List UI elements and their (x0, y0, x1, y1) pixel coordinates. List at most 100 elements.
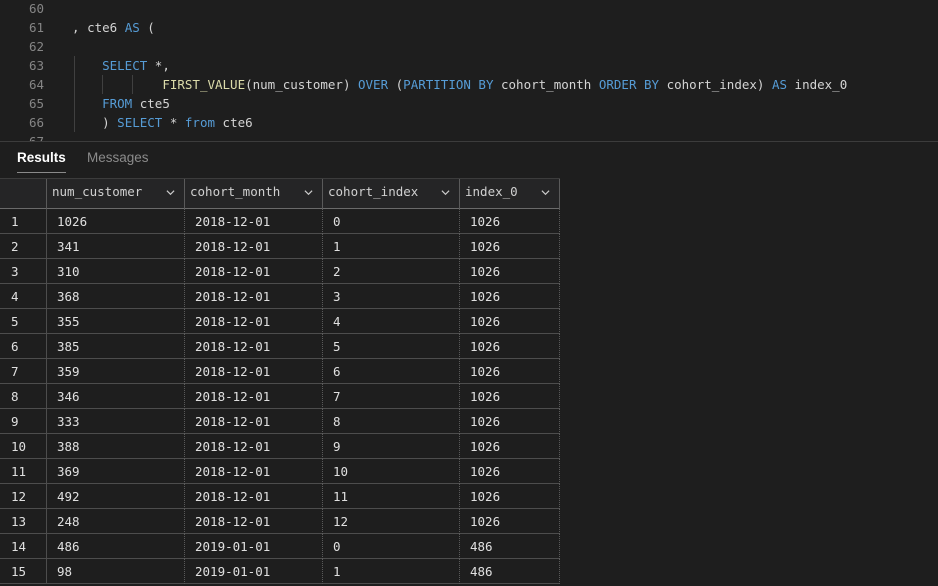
cell-cohort-index[interactable]: 9 (323, 434, 460, 459)
cell-cohort-index[interactable]: 5 (323, 334, 460, 359)
cell-cohort-index[interactable]: 1 (323, 559, 460, 584)
cell-num-customer[interactable]: 369 (47, 459, 185, 484)
column-header-cohort-index[interactable]: cohort_index (323, 179, 460, 209)
cell-cohort-month[interactable]: 2018-12-01 (185, 434, 323, 459)
cell-num-customer[interactable]: 355 (47, 309, 185, 334)
cell-cohort-index[interactable]: 1 (323, 234, 460, 259)
row-number[interactable]: 10 (0, 434, 47, 459)
row-number[interactable]: 3 (0, 259, 47, 284)
table-row[interactable]: 14 486 2019-01-01 0 486 (0, 534, 560, 559)
table-row[interactable]: 8 346 2018-12-01 7 1026 (0, 384, 560, 409)
table-row[interactable]: 1 1026 2018-12-01 0 1026 (0, 209, 560, 234)
code-line[interactable]: 63 SELECT *, (0, 56, 938, 75)
cell-index-0[interactable]: 1026 (460, 284, 560, 309)
cell-index-0[interactable]: 1026 (460, 359, 560, 384)
table-row[interactable]: 7 359 2018-12-01 6 1026 (0, 359, 560, 384)
row-number[interactable]: 15 (0, 559, 47, 584)
cell-num-customer[interactable]: 388 (47, 434, 185, 459)
cell-cohort-month[interactable]: 2018-12-01 (185, 384, 323, 409)
cell-num-customer[interactable]: 341 (47, 234, 185, 259)
table-row[interactable]: 13 248 2018-12-01 12 1026 (0, 509, 560, 534)
row-number[interactable]: 4 (0, 284, 47, 309)
cell-index-0[interactable]: 1026 (460, 509, 560, 534)
cell-cohort-index[interactable]: 8 (323, 409, 460, 434)
cell-num-customer[interactable]: 385 (47, 334, 185, 359)
cell-cohort-index[interactable]: 10 (323, 459, 460, 484)
chevron-down-icon[interactable] (304, 188, 313, 197)
tab-results[interactable]: Results (17, 149, 66, 173)
row-number[interactable]: 9 (0, 409, 47, 434)
row-number[interactable]: 13 (0, 509, 47, 534)
code-line[interactable]: 66 ) SELECT * from cte6 (0, 113, 938, 132)
cell-num-customer[interactable]: 98 (47, 559, 185, 584)
column-header-index-0[interactable]: index_0 (460, 179, 560, 209)
table-row[interactable]: 9 333 2018-12-01 8 1026 (0, 409, 560, 434)
cell-cohort-index[interactable]: 0 (323, 209, 460, 234)
code-line[interactable]: 65 FROM cte5 (0, 94, 938, 113)
cell-num-customer[interactable]: 486 (47, 534, 185, 559)
cell-index-0[interactable]: 486 (460, 559, 560, 584)
cell-cohort-index[interactable]: 2 (323, 259, 460, 284)
cell-num-customer[interactable]: 492 (47, 484, 185, 509)
table-row[interactable]: 10 388 2018-12-01 9 1026 (0, 434, 560, 459)
table-row[interactable]: 5 355 2018-12-01 4 1026 (0, 309, 560, 334)
table-row[interactable]: 2 341 2018-12-01 1 1026 (0, 234, 560, 259)
cell-cohort-month[interactable]: 2018-12-01 (185, 234, 323, 259)
cell-cohort-month[interactable]: 2019-01-01 (185, 534, 323, 559)
cell-cohort-month[interactable]: 2018-12-01 (185, 209, 323, 234)
row-number[interactable]: 1 (0, 209, 47, 234)
chevron-down-icon[interactable] (541, 188, 550, 197)
cell-cohort-month[interactable]: 2018-12-01 (185, 334, 323, 359)
row-number[interactable]: 14 (0, 534, 47, 559)
row-number[interactable]: 7 (0, 359, 47, 384)
cell-index-0[interactable]: 1026 (460, 209, 560, 234)
chevron-down-icon[interactable] (166, 188, 175, 197)
cell-cohort-index[interactable]: 12 (323, 509, 460, 534)
cell-index-0[interactable]: 1026 (460, 309, 560, 334)
cell-cohort-index[interactable]: 0 (323, 534, 460, 559)
cell-cohort-month[interactable]: 2019-01-01 (185, 559, 323, 584)
cell-cohort-month[interactable]: 2018-12-01 (185, 484, 323, 509)
table-row[interactable]: 11 369 2018-12-01 10 1026 (0, 459, 560, 484)
cell-index-0[interactable]: 1026 (460, 459, 560, 484)
column-header-num-customer[interactable]: num_customer (47, 179, 185, 209)
cell-cohort-month[interactable]: 2018-12-01 (185, 284, 323, 309)
cell-num-customer[interactable]: 333 (47, 409, 185, 434)
table-row[interactable]: 12 492 2018-12-01 11 1026 (0, 484, 560, 509)
table-row[interactable]: 6 385 2018-12-01 5 1026 (0, 334, 560, 359)
code-line[interactable]: 64 FIRST_VALUE(num_customer) OVER (PARTI… (0, 75, 938, 94)
code-line[interactable]: 62 (0, 37, 938, 56)
cell-cohort-month[interactable]: 2018-12-01 (185, 309, 323, 334)
row-number[interactable]: 5 (0, 309, 47, 334)
cell-num-customer[interactable]: 310 (47, 259, 185, 284)
cell-cohort-month[interactable]: 2018-12-01 (185, 259, 323, 284)
cell-cohort-month[interactable]: 2018-12-01 (185, 459, 323, 484)
tab-messages[interactable]: Messages (87, 149, 149, 173)
table-row[interactable]: 3 310 2018-12-01 2 1026 (0, 259, 560, 284)
code-editor[interactable]: 60 61, cte6 AS (62 63 SELECT *, 64 FIRST_VA… (0, 0, 938, 142)
cell-index-0[interactable]: 1026 (460, 259, 560, 284)
table-row[interactable]: 4 368 2018-12-01 3 1026 (0, 284, 560, 309)
cell-cohort-index[interactable]: 4 (323, 309, 460, 334)
cell-index-0[interactable]: 1026 (460, 484, 560, 509)
row-number-header[interactable] (0, 179, 47, 209)
row-number[interactable]: 12 (0, 484, 47, 509)
cell-num-customer[interactable]: 248 (47, 509, 185, 534)
cell-index-0[interactable]: 1026 (460, 409, 560, 434)
row-number[interactable]: 2 (0, 234, 47, 259)
results-grid[interactable]: num_customer cohort_month cohort_index i… (0, 178, 560, 586)
cell-index-0[interactable]: 1026 (460, 234, 560, 259)
row-number[interactable]: 11 (0, 459, 47, 484)
cell-num-customer[interactable]: 368 (47, 284, 185, 309)
code-line[interactable]: 61, cte6 AS ( (0, 18, 938, 37)
code-line[interactable]: 60 (0, 0, 938, 18)
cell-cohort-index[interactable]: 11 (323, 484, 460, 509)
row-number[interactable]: 8 (0, 384, 47, 409)
cell-cohort-index[interactable]: 6 (323, 359, 460, 384)
chevron-down-icon[interactable] (441, 188, 450, 197)
cell-cohort-month[interactable]: 2018-12-01 (185, 409, 323, 434)
cell-index-0[interactable]: 486 (460, 534, 560, 559)
row-number[interactable]: 6 (0, 334, 47, 359)
cell-index-0[interactable]: 1026 (460, 434, 560, 459)
cell-index-0[interactable]: 1026 (460, 384, 560, 409)
